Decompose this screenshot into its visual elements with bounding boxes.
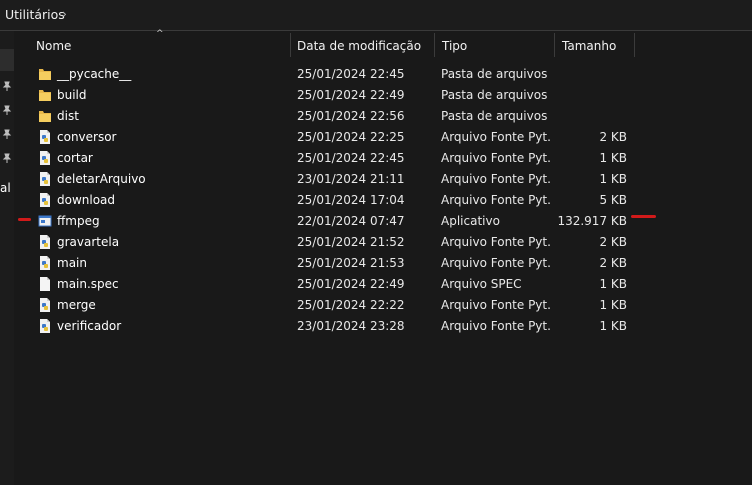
file-row[interactable]: main.spec 25/01/2024 22:49 Arquivo SPEC 1 K… xyxy=(34,274,734,295)
file-name: deletarArquivo xyxy=(57,172,146,186)
file-date-modified: 22/01/2024 07:47 xyxy=(297,214,405,228)
file-date-modified: 25/01/2024 21:53 xyxy=(297,256,405,270)
file-row[interactable]: verificador 23/01/2024 23:28 Arquivo Fonte… xyxy=(34,316,734,337)
file-size: 5 KB xyxy=(599,193,627,207)
file-row[interactable]: __pycache__ 25/01/2024 22:45 Pasta de arqu… xyxy=(34,64,734,85)
pin-icon xyxy=(2,129,12,139)
file-date-modified: 25/01/2024 22:49 xyxy=(297,277,405,291)
application-icon xyxy=(38,213,52,229)
address-bar[interactable]: Utilitários › xyxy=(0,0,752,31)
file-type: Arquivo Fonte Pyt... xyxy=(441,193,551,207)
file-size: 1 KB xyxy=(599,298,627,312)
file-date-modified: 23/01/2024 23:28 xyxy=(297,319,405,333)
file-size: 1 KB xyxy=(599,151,627,165)
annotation-mark-left xyxy=(18,218,31,221)
column-header-type[interactable]: Tipo xyxy=(442,39,467,53)
file-size: 1 KB xyxy=(599,277,627,291)
file-row[interactable]: download 25/01/2024 17:04 Arquivo Fonte Py… xyxy=(34,190,734,211)
folder-icon xyxy=(38,66,52,82)
file-date-modified: 25/01/2024 22:25 xyxy=(297,130,405,144)
file-type: Arquivo SPEC xyxy=(441,277,522,291)
file-type: Aplicativo xyxy=(441,214,500,228)
file-size: 2 KB xyxy=(599,130,627,144)
annotation-mark-right xyxy=(631,215,656,218)
file-name: build xyxy=(57,88,87,102)
python-file-icon xyxy=(38,234,52,250)
file-row[interactable]: build 25/01/2024 22:49 Pasta de arquivos xyxy=(34,85,734,106)
file-size: 1 KB xyxy=(599,319,627,333)
file-date-modified: 25/01/2024 22:45 xyxy=(297,67,405,81)
python-file-icon xyxy=(38,297,52,313)
file-date-modified: 25/01/2024 22:56 xyxy=(297,109,405,123)
file-row[interactable]: deletarArquivo 23/01/2024 21:11 Arquivo Fo… xyxy=(34,169,734,190)
file-name: gravartela xyxy=(57,235,120,249)
file-type: Arquivo Fonte Pyt... xyxy=(441,172,551,186)
python-file-icon xyxy=(38,129,52,145)
file-date-modified: 25/01/2024 22:45 xyxy=(297,151,405,165)
file-name: __pycache__ xyxy=(57,67,132,81)
file-row[interactable]: gravartela 25/01/2024 21:52 Arquivo Fonte … xyxy=(34,232,734,253)
python-file-icon xyxy=(38,192,52,208)
column-divider[interactable] xyxy=(634,33,635,57)
file-row[interactable]: cortar 25/01/2024 22:45 Arquivo Fonte Pyt.… xyxy=(34,148,734,169)
file-name: main xyxy=(57,256,87,270)
file-type: Arquivo Fonte Pyt... xyxy=(441,130,551,144)
nav-item-partial-label[interactable]: al xyxy=(0,181,11,195)
file-date-modified: 23/01/2024 21:11 xyxy=(297,172,405,186)
python-file-icon xyxy=(38,318,52,334)
breadcrumb-utilitarios[interactable]: Utilitários xyxy=(5,7,65,22)
file-name: verificador xyxy=(57,319,122,333)
file-name: dist xyxy=(57,109,79,123)
file-row[interactable]: ffmpeg 22/01/2024 07:47 Aplicativo 132.917 … xyxy=(34,211,734,232)
pin-icon xyxy=(2,105,12,115)
file-row[interactable]: dist 25/01/2024 22:56 Pasta de arquivos xyxy=(34,106,734,127)
column-header: ^ Nome Data de modificação Tipo Tamanho xyxy=(14,29,752,59)
file-type: Pasta de arquivos xyxy=(441,109,548,123)
pin-icon xyxy=(2,153,12,163)
file-type: Arquivo Fonte Pyt... xyxy=(441,151,551,165)
file-size: 2 KB xyxy=(599,235,627,249)
file-date-modified: 25/01/2024 17:04 xyxy=(297,193,405,207)
column-divider[interactable] xyxy=(290,33,291,57)
file-type: Arquivo Fonte Pyt... xyxy=(441,235,551,249)
python-file-icon xyxy=(38,255,52,271)
file-date-modified: 25/01/2024 22:49 xyxy=(297,88,405,102)
file-size: 2 KB xyxy=(599,256,627,270)
file-type: Arquivo Fonte Pyt... xyxy=(441,256,551,270)
column-divider[interactable] xyxy=(554,33,555,57)
file-date-modified: 25/01/2024 21:52 xyxy=(297,235,405,249)
file-name: ffmpeg xyxy=(57,214,100,228)
sort-ascending-icon: ^ xyxy=(156,29,164,39)
column-header-date[interactable]: Data de modificação xyxy=(297,39,421,53)
file-type: Arquivo Fonte Pyt... xyxy=(441,319,551,333)
file-size: 1 KB xyxy=(599,172,627,186)
file-name: cortar xyxy=(57,151,93,165)
folder-icon xyxy=(38,87,52,103)
chevron-right-icon[interactable]: › xyxy=(62,7,67,21)
pin-icon xyxy=(2,81,12,91)
column-divider[interactable] xyxy=(434,33,435,57)
python-file-icon xyxy=(38,171,52,187)
nav-selected-item[interactable] xyxy=(0,49,14,71)
file-row[interactable]: main 25/01/2024 21:53 Arquivo Fonte Pyt...… xyxy=(34,253,734,274)
file-name: main.spec xyxy=(57,277,119,291)
file-row[interactable]: merge 25/01/2024 22:22 Arquivo Fonte Pyt..… xyxy=(34,295,734,316)
document-icon xyxy=(38,276,52,292)
file-size: 132.917 KB xyxy=(557,214,627,228)
file-name: download xyxy=(57,193,116,207)
python-file-icon xyxy=(38,150,52,166)
folder-icon xyxy=(38,108,52,124)
file-date-modified: 25/01/2024 22:22 xyxy=(297,298,405,312)
file-type: Pasta de arquivos xyxy=(441,67,548,81)
navigation-pane: al xyxy=(0,31,14,485)
file-row[interactable]: conversor 25/01/2024 22:25 Arquivo Fonte P… xyxy=(34,127,734,148)
column-header-size[interactable]: Tamanho xyxy=(562,39,616,53)
file-name: merge xyxy=(57,298,96,312)
file-name: conversor xyxy=(57,130,117,144)
file-type: Arquivo Fonte Pyt... xyxy=(441,298,551,312)
file-list-pane: ^ Nome Data de modificação Tipo Tamanho … xyxy=(14,29,752,485)
file-type: Pasta de arquivos xyxy=(441,88,548,102)
column-header-name[interactable]: Nome xyxy=(36,39,71,53)
